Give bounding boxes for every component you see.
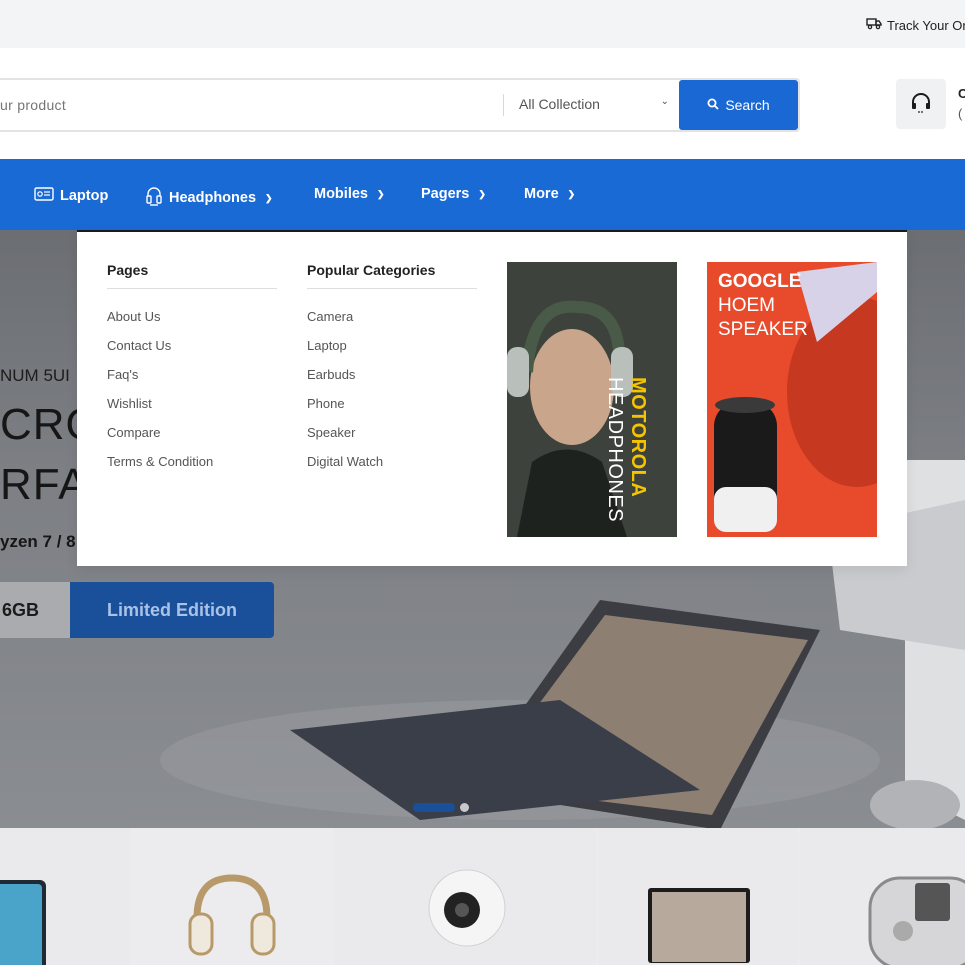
camera-image (428, 869, 506, 947)
nav-label-mobiles: Mobiles (314, 186, 368, 202)
chevron-down-icon: ❯ (478, 188, 486, 199)
headphones-model-image (507, 262, 677, 537)
search-divider (503, 94, 504, 116)
nav-label-headphones: Headphones (169, 190, 257, 206)
track-order-label: Track Your Or (887, 17, 965, 33)
chevron-down-icon: ❯ (376, 188, 385, 199)
support-icon-box[interactable] (896, 79, 946, 129)
slider-dot[interactable] (460, 803, 469, 812)
nav-item-pagers[interactable]: Pagers ❯ (421, 186, 486, 202)
promo-speaker[interactable]: GOOGLE HOEM SPEAKER (707, 262, 877, 537)
category-card-headphones[interactable] (132, 828, 332, 965)
promo-speaker-line-3: SPEAKER (718, 319, 808, 340)
category-card-phone[interactable] (0, 828, 130, 970)
link-terms[interactable]: Terms & Condition (107, 454, 213, 469)
link-earbuds[interactable]: Earbuds (307, 367, 355, 382)
headphones-image (188, 874, 276, 956)
headphones-icon (145, 186, 163, 210)
search-input[interactable] (0, 93, 480, 117)
pages-title: Pages (107, 262, 149, 278)
nav-item-mobiles[interactable]: Mobiles ❯ (314, 186, 385, 202)
truck-icon (866, 17, 882, 33)
hero-title-line-2: RFA (0, 460, 89, 509)
promo-headphones-product: HEADPHONES (604, 377, 626, 523)
link-speaker[interactable]: Speaker (307, 425, 355, 440)
phone-image (0, 880, 46, 970)
laptop-icon (34, 186, 54, 206)
chevron-down-icon: ⌄ (660, 96, 669, 107)
search-button[interactable]: Search (679, 80, 798, 130)
link-faqs[interactable]: Faq's (107, 367, 138, 382)
link-compare[interactable]: Compare (107, 425, 160, 440)
link-contact-us[interactable]: Contact Us (107, 338, 171, 353)
search-button-label: Search (725, 97, 770, 113)
top-bar (0, 0, 965, 48)
link-camera[interactable]: Camera (307, 309, 353, 324)
support-text: C ( (958, 84, 965, 124)
nav-label-more: More (524, 186, 559, 202)
slider-dot-active[interactable] (413, 803, 455, 812)
nav-label-pagers: Pagers (421, 186, 470, 202)
category-card-laptop[interactable] (598, 828, 798, 965)
laptop-image (648, 888, 750, 963)
pages-divider (107, 288, 277, 289)
hero-kicker: NUM 5UI (0, 366, 70, 385)
promo-headphones-brand: MOTOROLA (627, 377, 649, 498)
storage-badge: 6GB (0, 582, 70, 638)
track-order-link[interactable]: Track Your Or (866, 17, 965, 33)
link-phone[interactable]: Phone (307, 396, 345, 411)
promo-headphones[interactable]: MOTOROLA HEADPHONES (507, 262, 677, 537)
nav-item-headphones[interactable]: Headphones ❯ (145, 186, 273, 210)
link-laptop[interactable]: Laptop (307, 338, 347, 353)
promo-speaker-line-1: GOOGLE (718, 271, 802, 292)
collection-value: All Collection (519, 96, 600, 112)
link-digital-watch[interactable]: Digital Watch (307, 454, 383, 469)
headset-icon (910, 91, 932, 118)
support-line-1: C (958, 86, 965, 101)
hero-spec: yzen 7 / 8 (0, 532, 76, 551)
nav-item-more[interactable]: More ❯ (524, 186, 575, 202)
chevron-down-icon: ❯ (265, 192, 273, 203)
limited-edition-button[interactable]: Limited Edition (70, 582, 274, 638)
support-line-2: ( (958, 106, 963, 121)
chevron-down-icon: ❯ (567, 188, 576, 199)
categories-title: Popular Categories (307, 262, 436, 278)
nav-item-laptop[interactable]: Laptop (34, 186, 108, 206)
categories-divider (307, 288, 477, 289)
link-about-us[interactable]: About Us (107, 309, 160, 324)
collection-select[interactable]: All Collection ⌄ (519, 96, 669, 112)
category-card-camera[interactable] (334, 828, 596, 965)
gamepad-image (868, 876, 965, 970)
nav-label-laptop: Laptop (60, 188, 109, 204)
search-icon (707, 97, 719, 113)
category-card-gamepad[interactable] (800, 828, 965, 970)
link-wishlist[interactable]: Wishlist (107, 396, 152, 411)
promo-speaker-line-2: HOEM (718, 295, 775, 316)
